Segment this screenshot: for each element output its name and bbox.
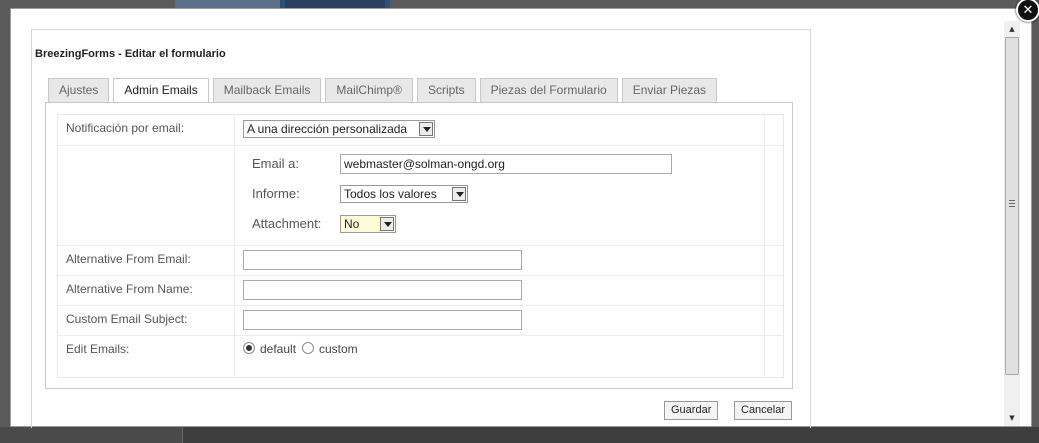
background-panel	[182, 427, 1039, 443]
notification-select-value: A una dirección personalizada	[247, 122, 408, 136]
scroll-up-arrow-icon[interactable]: ▲	[1004, 21, 1020, 37]
alt-from-name-label: Alternative From Name:	[66, 282, 193, 296]
attachment-label: Attachment:	[252, 216, 322, 231]
cancel-button[interactable]: Cancelar	[734, 401, 793, 420]
radio-custom[interactable]	[302, 342, 314, 354]
report-select-value: Todos los valores	[344, 187, 437, 201]
attachment-select[interactable]: No	[340, 215, 396, 233]
chevron-down-icon	[380, 217, 394, 231]
close-icon[interactable]: ✕	[1016, 0, 1039, 22]
chevron-down-icon	[452, 187, 466, 201]
grip-icon	[1009, 200, 1015, 207]
chevron-down-icon	[419, 122, 433, 136]
tab-bar: Ajustes Admin Emails Mailback Emails Mai…	[48, 78, 721, 103]
email-to-input[interactable]: webmaster@solman-ongd.org	[340, 154, 672, 174]
custom-subject-input[interactable]	[243, 310, 522, 330]
tab-mailback-emails[interactable]: Mailback Emails	[212, 78, 322, 102]
tab-piezas-formulario[interactable]: Piezas del Formulario	[479, 78, 618, 102]
report-select[interactable]: Todos los valores	[340, 185, 468, 203]
page-title: BreezingForms - Editar el formulario	[35, 48, 226, 60]
save-button[interactable]: Guardar	[664, 401, 719, 420]
scroll-down-arrow-icon[interactable]: ▼	[1004, 410, 1020, 426]
email-to-label: Email a:	[252, 156, 299, 171]
column-divider	[764, 115, 765, 377]
row-divider	[58, 145, 783, 146]
tab-enviar-piezas[interactable]: Enviar Piezas	[621, 78, 718, 102]
tab-ajustes[interactable]: Ajustes	[48, 78, 110, 102]
notification-label: Notificación por email:	[66, 121, 185, 135]
column-divider	[234, 115, 235, 377]
row-divider	[58, 305, 783, 306]
alt-from-email-label: Alternative From Email:	[66, 252, 191, 266]
radio-custom-label: custom	[319, 342, 358, 356]
row-divider	[58, 275, 783, 276]
custom-subject-label: Custom Email Subject:	[66, 312, 188, 326]
scroll-thumb[interactable]	[1005, 37, 1019, 375]
row-divider	[58, 245, 783, 246]
background-page	[0, 427, 1039, 443]
alt-from-email-input[interactable]	[243, 250, 522, 270]
attachment-select-value: No	[344, 217, 360, 231]
edit-emails-label: Edit Emails:	[66, 342, 130, 356]
row-divider	[58, 335, 783, 336]
vertical-scrollbar[interactable]: ▲ ▼	[1004, 21, 1020, 426]
notification-select[interactable]: A una dirección personalizada	[243, 120, 435, 138]
report-label: Informe:	[252, 186, 300, 201]
alt-from-name-input[interactable]	[243, 280, 522, 300]
tab-scripts[interactable]: Scripts	[416, 78, 476, 102]
tab-admin-emails[interactable]: Admin Emails	[113, 78, 209, 103]
radio-default[interactable]	[243, 342, 255, 354]
tab-panel-admin-emails	[45, 102, 793, 389]
radio-default-label: default	[260, 342, 297, 356]
tab-mailchimp[interactable]: MailChimp®	[325, 78, 413, 102]
